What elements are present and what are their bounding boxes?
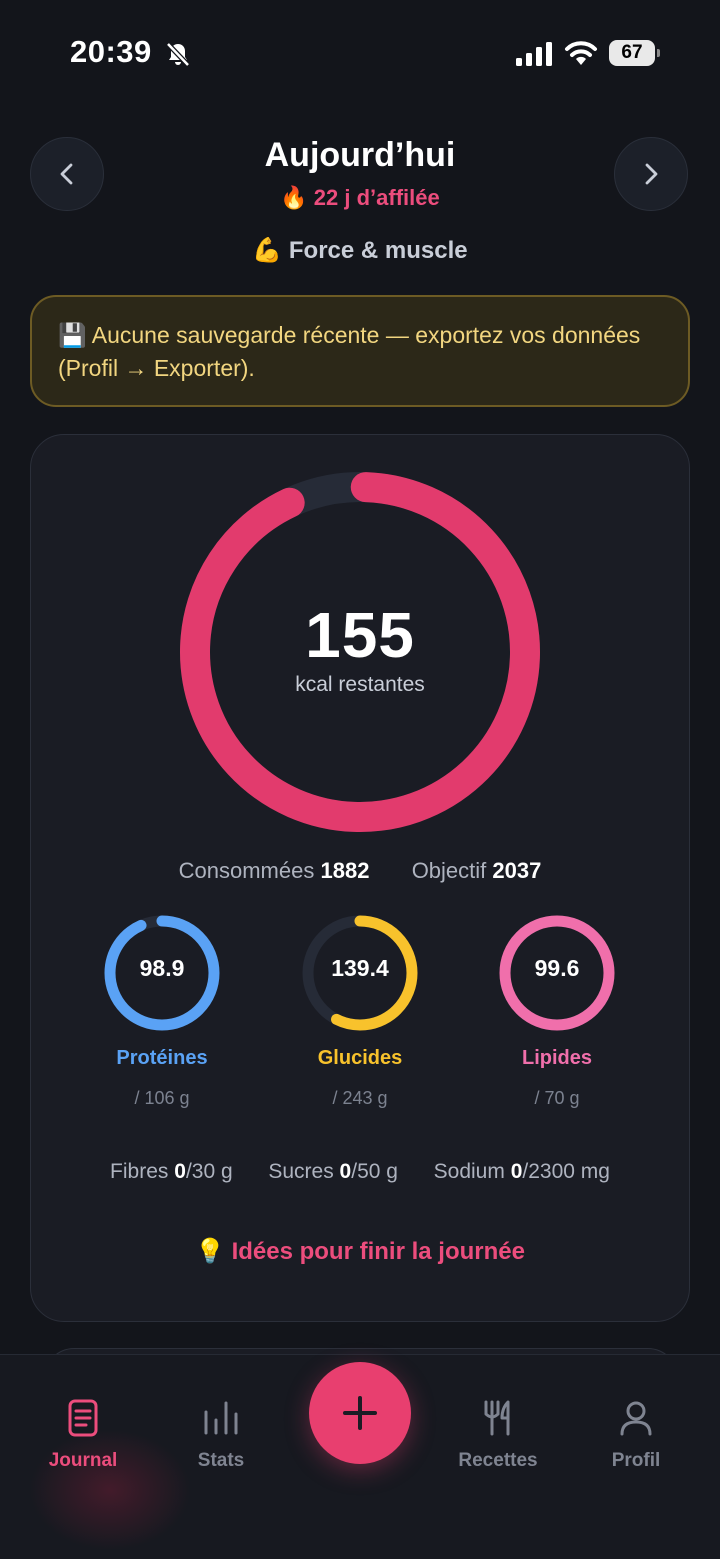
carbs-target: / 243 g [332, 1088, 388, 1108]
proteins-label: Protéines [116, 1047, 208, 1069]
tab-journal-label: Journal [48, 1450, 118, 1471]
calories-remaining: 155 [305, 599, 415, 671]
fiber-stat: Fibres 0/30 g [110, 1160, 233, 1183]
plus-icon [343, 1396, 377, 1430]
consumed-value: 1882 [320, 858, 370, 883]
ideas-link[interactable]: 💡 Idées pour finir la journée [0, 1237, 720, 1266]
sodium-stat: Sodium 0/2300 mg [433, 1160, 610, 1183]
person-icon [620, 1401, 652, 1436]
tab-profil-label: Profil [611, 1450, 661, 1471]
carbs-value: 139.4 [331, 955, 389, 981]
tab-journal[interactable]: Journal [18, 1398, 148, 1472]
calorie-summary: Consommées 1882 Objectif 2037 [0, 858, 720, 884]
macro-carbs[interactable]: 139.4 Glucides / 243 g [280, 912, 440, 1109]
tab-recettes[interactable]: Recettes [433, 1398, 563, 1472]
proteins-target: / 106 g [134, 1088, 190, 1108]
signal-icon [516, 42, 552, 66]
goal-label[interactable]: 💪 Force & muscle [0, 236, 720, 265]
stats-icon [204, 1401, 238, 1435]
tab-stats-label: Stats [197, 1450, 245, 1471]
target-label: Objectif [411, 858, 487, 883]
macro-proteins[interactable]: 98.9 Protéines / 106 g [82, 912, 242, 1109]
carbs-label: Glucides [317, 1047, 403, 1069]
fats-target: / 70 g [534, 1088, 580, 1108]
tab-profil[interactable]: Profil [571, 1398, 701, 1472]
wifi-icon [565, 41, 597, 65]
fats-label: Lipides [521, 1047, 592, 1069]
sugar-stat: Sucres 0/50 g [268, 1160, 398, 1183]
fats-value: 99.6 [534, 955, 580, 981]
bell-muted-icon [166, 42, 190, 67]
add-entry-button[interactable] [309, 1362, 411, 1464]
micronutrients-row: Fibres 0/30 g Sucres 0/50 g Sodium 0/230… [0, 1160, 720, 1184]
target-value: 2037 [492, 858, 542, 883]
calories-remaining-label: kcal restantes [295, 673, 425, 696]
backup-warning-banner[interactable]: 💾 Aucune sauvegarde récente — exportez v… [30, 295, 690, 407]
page-title: Aujourd’hui [264, 136, 456, 174]
status-time: 20:39 [70, 34, 152, 69]
streak-badge: 🔥 22 j d’affilée [280, 185, 440, 210]
consumed-label: Consommées [178, 858, 315, 883]
fork-knife-icon [484, 1400, 510, 1436]
tab-stats[interactable]: Stats [156, 1398, 286, 1472]
tab-recettes-label: Recettes [458, 1450, 538, 1471]
journal-icon [68, 1399, 98, 1437]
macro-fats[interactable]: 99.6 Lipides / 70 g [477, 912, 637, 1109]
battery-indicator: 67 [609, 40, 660, 66]
proteins-value: 98.9 [139, 955, 185, 981]
